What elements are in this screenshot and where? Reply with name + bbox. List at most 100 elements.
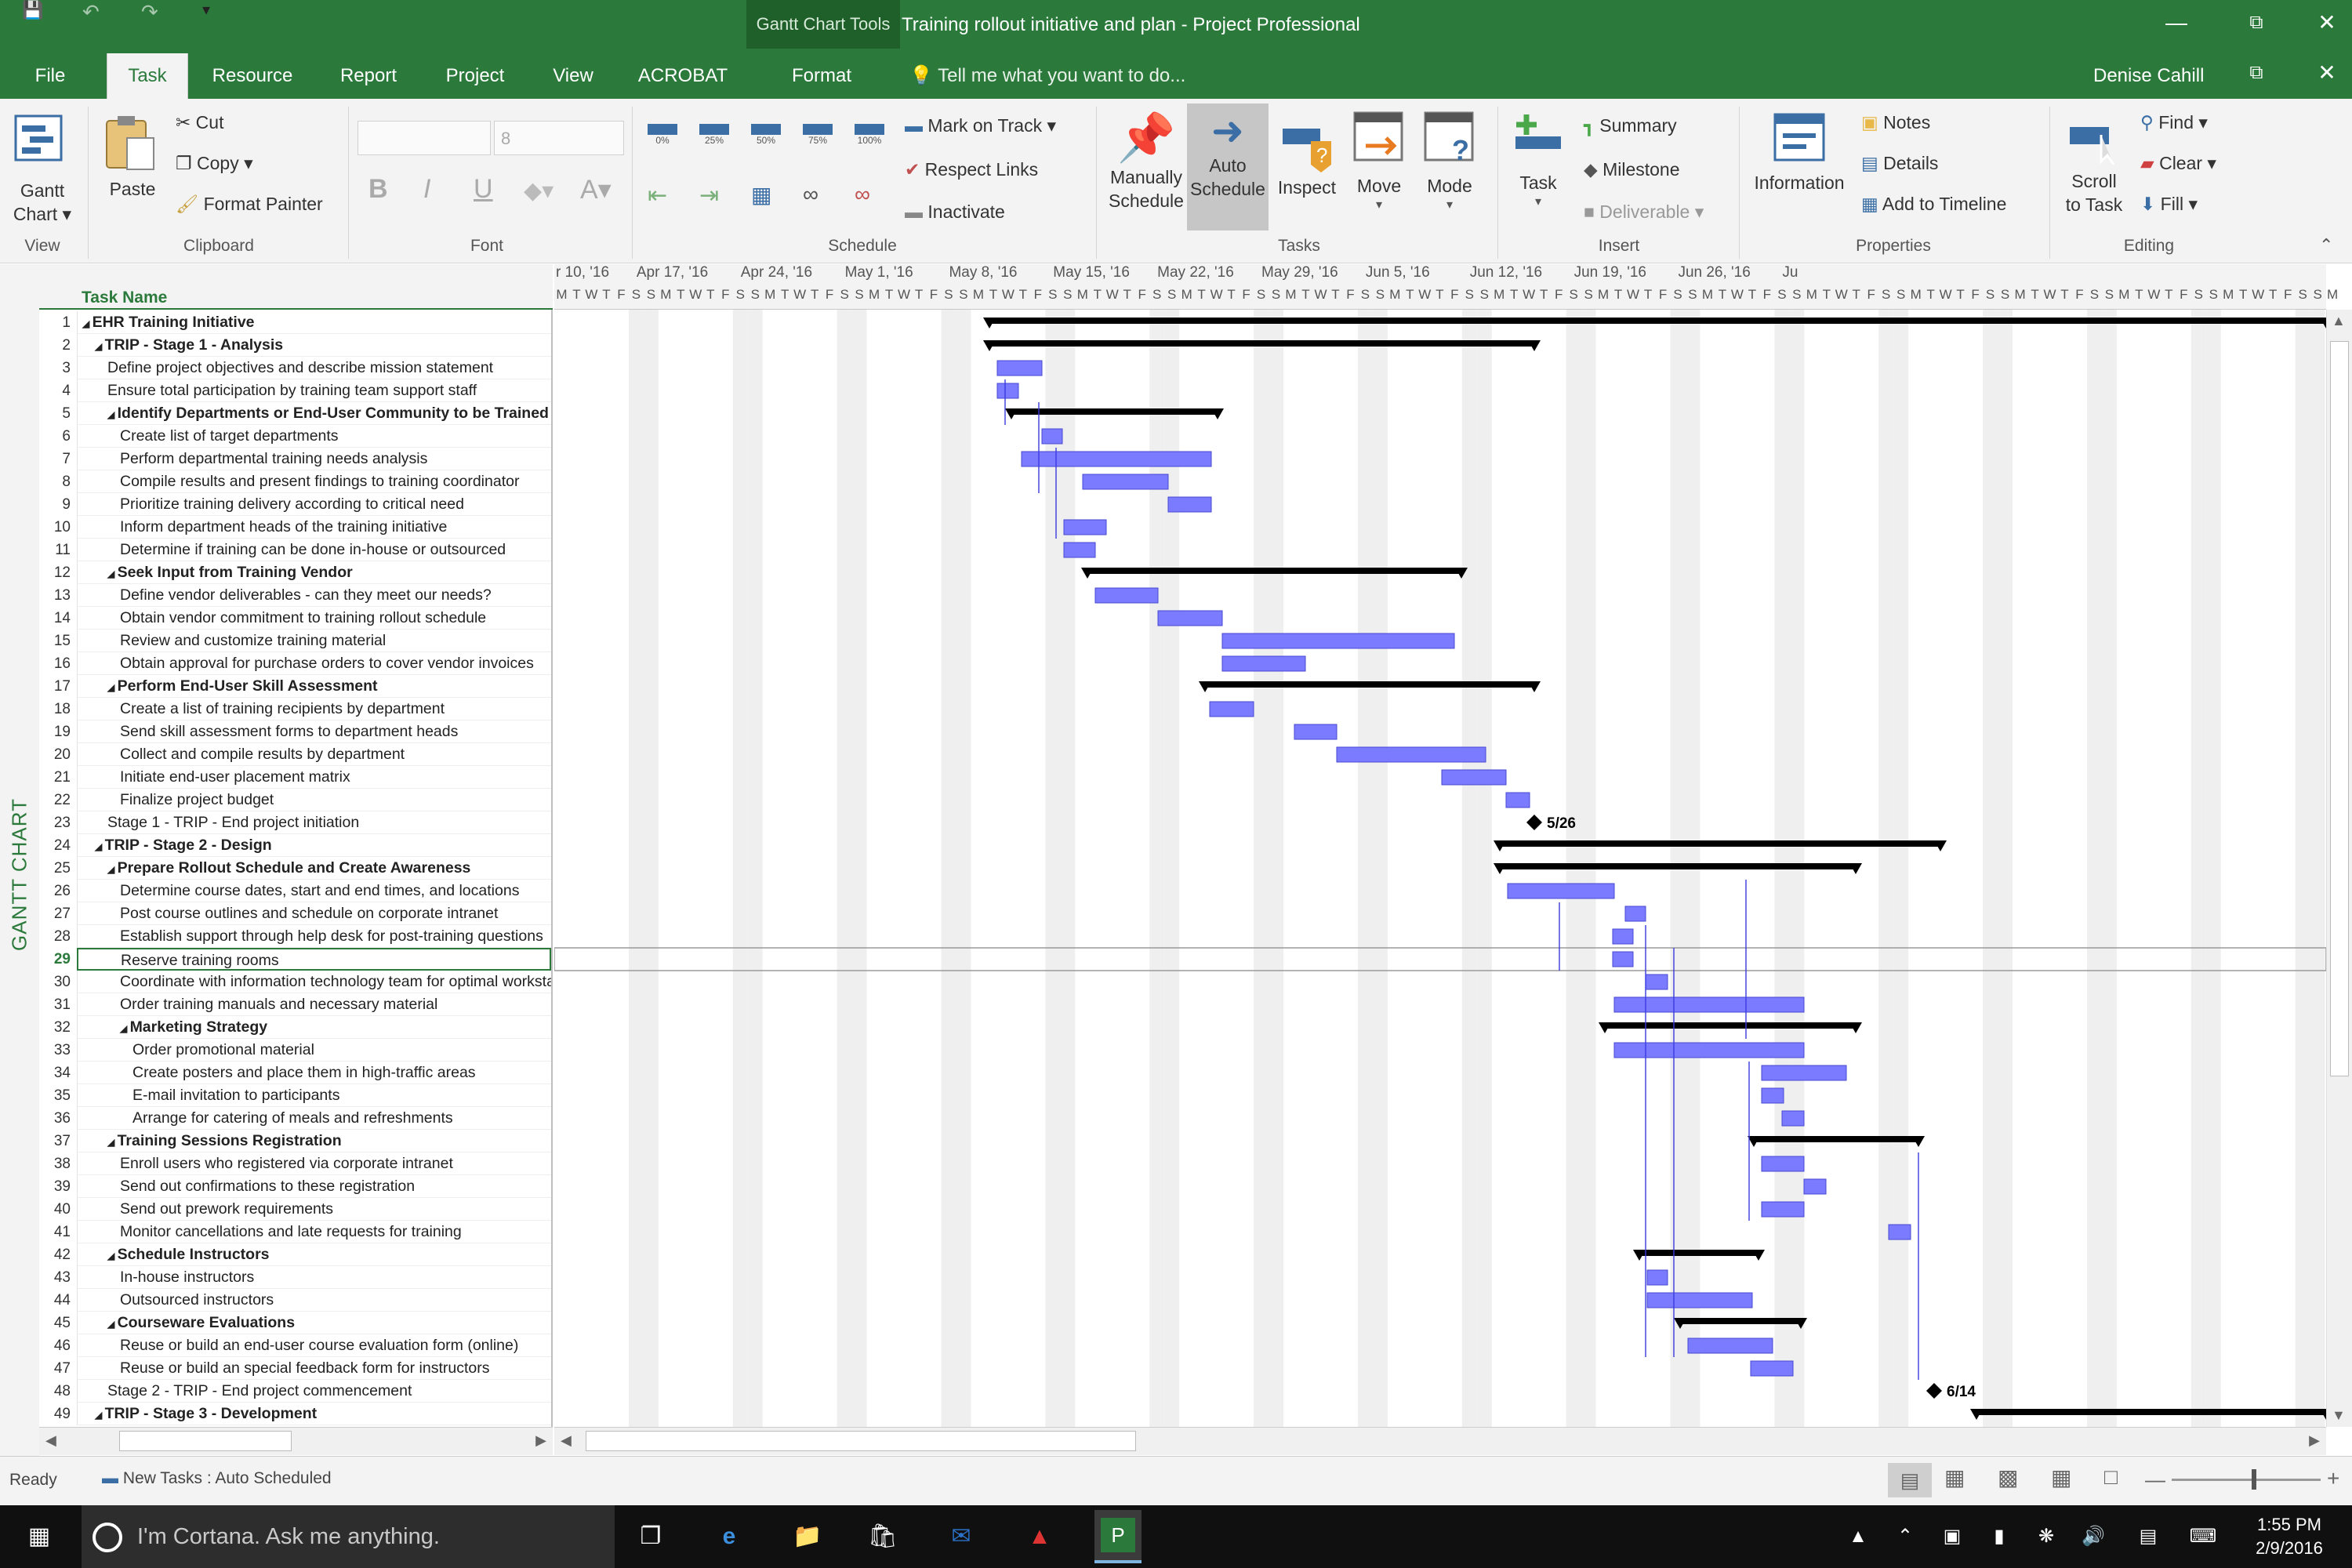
summary-bar[interactable] <box>1976 1409 2326 1415</box>
collapse-caret-icon[interactable]: ◢ <box>107 409 118 420</box>
minimize-icon[interactable]: — <box>2145 5 2208 41</box>
row-number[interactable]: 16 <box>39 652 77 675</box>
task-name-cell[interactable]: ◢ Schedule Instructors <box>77 1243 551 1266</box>
row-number[interactable]: 14 <box>39 607 77 630</box>
task-name-cell[interactable]: Inform department heads of the training … <box>77 516 551 539</box>
task-bar[interactable] <box>1781 1110 1805 1127</box>
task-name-cell[interactable]: Stage 2 - TRIP - End project commencemen… <box>77 1380 551 1403</box>
manually-schedule-button[interactable]: 📌 Manually Schedule <box>1107 110 1185 212</box>
add-to-timeline-button[interactable]: ▦ Add to Timeline <box>1861 188 2006 220</box>
task-bar[interactable] <box>1761 1065 1847 1081</box>
edge-browser-icon[interactable]: e <box>706 1517 753 1556</box>
task-name-cell[interactable]: In-house instructors <box>77 1266 551 1289</box>
tab-report[interactable]: Report <box>329 53 408 99</box>
task-bar[interactable] <box>996 383 1019 399</box>
task-bar[interactable] <box>1761 1201 1805 1218</box>
task-name-cell[interactable]: Send out confirmations to these registra… <box>77 1175 551 1198</box>
row-number[interactable]: 40 <box>39 1198 77 1221</box>
tab-acrobat[interactable]: ACROBAT <box>632 53 734 99</box>
row-number[interactable]: 11 <box>39 539 77 561</box>
outdent-icon[interactable]: ⇤ <box>648 182 667 209</box>
scroll-left-icon[interactable]: ◀ <box>45 1432 56 1449</box>
summary-bar[interactable] <box>1087 568 1461 574</box>
task-name-cell[interactable]: Finalize project budget <box>77 789 551 811</box>
project-app-button[interactable]: P <box>1094 1510 1142 1563</box>
task-bar[interactable] <box>1645 974 1668 990</box>
task-name-cell[interactable]: Review and customize training material <box>77 630 551 652</box>
task-bar[interactable] <box>1761 1087 1784 1104</box>
summary-bar[interactable] <box>1680 1318 1801 1324</box>
task-bar[interactable] <box>1687 1338 1773 1354</box>
task-bar[interactable] <box>1021 451 1212 467</box>
scroll-down-icon[interactable]: ▼ <box>2332 1407 2346 1424</box>
task-bar[interactable] <box>1888 1224 1911 1240</box>
task-name-cell[interactable]: Establish support through help desk for … <box>77 925 551 948</box>
row-number[interactable]: 1 <box>39 311 77 334</box>
task-name-cell[interactable]: Post course outlines and schedule on cor… <box>77 902 551 925</box>
task-name-cell[interactable]: ◢ Marketing Strategy <box>77 1016 551 1039</box>
row-number[interactable]: 18 <box>39 698 77 720</box>
task-bar[interactable] <box>1761 1156 1805 1172</box>
task-bar[interactable] <box>1507 883 1615 899</box>
gantt-chart-button[interactable] <box>11 111 74 171</box>
tab-project[interactable]: Project <box>436 53 514 99</box>
task-name-cell[interactable]: Reserve training rooms <box>77 948 551 971</box>
close-file-icon[interactable]: ✕ <box>2296 55 2352 91</box>
task-bar[interactable] <box>1505 792 1530 808</box>
task-name-cell[interactable]: ◢ Prepare Rollout Schedule and Create Aw… <box>77 857 551 880</box>
tab-format[interactable]: Format <box>759 53 884 99</box>
outlook-icon[interactable]: ✉ <box>938 1517 985 1556</box>
keyboard-icon[interactable]: ⌨ <box>2180 1517 2227 1556</box>
mark-on-track-button[interactable]: ▬ Mark on Track ▾ <box>905 110 1056 141</box>
collapse-caret-icon[interactable]: ◢ <box>107 1319 118 1330</box>
task-name-cell[interactable]: ◢ Identify Departments or End-User Commu… <box>77 402 551 425</box>
move-button[interactable]: Move ▾ <box>1347 108 1411 212</box>
tab-task[interactable]: Task <box>107 53 188 99</box>
chart-horizontal-scrollbar[interactable]: ◀ ▶ <box>554 1427 2326 1455</box>
scroll-up-icon[interactable]: ▲ <box>2332 313 2346 329</box>
chart-hscroll-thumb[interactable] <box>586 1431 1136 1451</box>
task-bar[interactable] <box>1157 610 1223 626</box>
task-name-cell[interactable]: Compile results and present findings to … <box>77 470 551 493</box>
redo-icon[interactable]: ↷ <box>141 0 158 24</box>
scroll-left-icon[interactable]: ◀ <box>561 1432 572 1449</box>
paste-button[interactable] <box>97 110 168 177</box>
task-bar[interactable] <box>1063 542 1096 558</box>
task-name-cell[interactable]: ◢ TRIP - Stage 3 - Development <box>77 1403 551 1425</box>
row-number[interactable]: 42 <box>39 1243 77 1266</box>
task-name-cell[interactable]: Obtain approval for purchase orders to c… <box>77 652 551 675</box>
task-name-cell[interactable]: Prioritize training delivery according t… <box>77 493 551 516</box>
gantt-view-shortcut[interactable]: ▤ <box>1888 1463 1932 1497</box>
task-name-cell[interactable]: Outsourced instructors <box>77 1289 551 1312</box>
row-number[interactable]: 15 <box>39 630 77 652</box>
pct-50-button[interactable]: 50% <box>746 124 786 146</box>
scroll-right-icon[interactable]: ▶ <box>2309 1432 2320 1449</box>
indent-icon[interactable]: ⇥ <box>699 182 719 209</box>
row-number[interactable]: 17 <box>39 675 77 698</box>
font-name-box[interactable] <box>358 121 491 155</box>
task-name-cell[interactable]: Initiate end-user placement matrix <box>77 766 551 789</box>
task-bar[interactable] <box>1063 519 1107 535</box>
row-number[interactable]: 43 <box>39 1266 77 1289</box>
task-bar[interactable] <box>1613 996 1805 1013</box>
row-number[interactable]: 24 <box>39 834 77 857</box>
new-tasks-mode[interactable]: ▬ New Tasks : Auto Scheduled <box>102 1469 332 1488</box>
copy-button[interactable]: ❐ Copy ▾ <box>176 147 253 179</box>
task-bar[interactable] <box>1646 1292 1753 1308</box>
row-number[interactable]: 5 <box>39 402 77 425</box>
milestone-diamond[interactable] <box>1526 815 1542 830</box>
tell-me-box[interactable]: 💡 Tell me what you want to do... <box>909 53 1185 99</box>
action-center-icon[interactable]: ▤ <box>2125 1517 2172 1556</box>
task-name-cell[interactable]: ◢ Courseware Evaluations <box>77 1312 551 1334</box>
task-name-cell[interactable]: Arrange for catering of meals and refres… <box>77 1107 551 1130</box>
task-name-cell[interactable]: Obtain vendor commitment to training rol… <box>77 607 551 630</box>
insert-task-button[interactable]: Task ▾ <box>1505 110 1571 209</box>
task-name-cell[interactable]: Create a list of training recipients by … <box>77 698 551 720</box>
task-name-cell[interactable]: Create posters and place them in high-tr… <box>77 1062 551 1084</box>
task-bar[interactable] <box>1612 951 1634 967</box>
task-name-cell[interactable]: ◢ TRIP - Stage 1 - Analysis <box>77 334 551 357</box>
task-name-cell[interactable]: ◢ Seek Input from Training Vendor <box>77 561 551 584</box>
auto-schedule-button[interactable]: ➜ Auto Schedule <box>1187 103 1269 230</box>
collapse-caret-icon[interactable]: ◢ <box>95 1410 105 1421</box>
deliverable-button[interactable]: ■ Deliverable ▾ <box>1584 196 1704 227</box>
